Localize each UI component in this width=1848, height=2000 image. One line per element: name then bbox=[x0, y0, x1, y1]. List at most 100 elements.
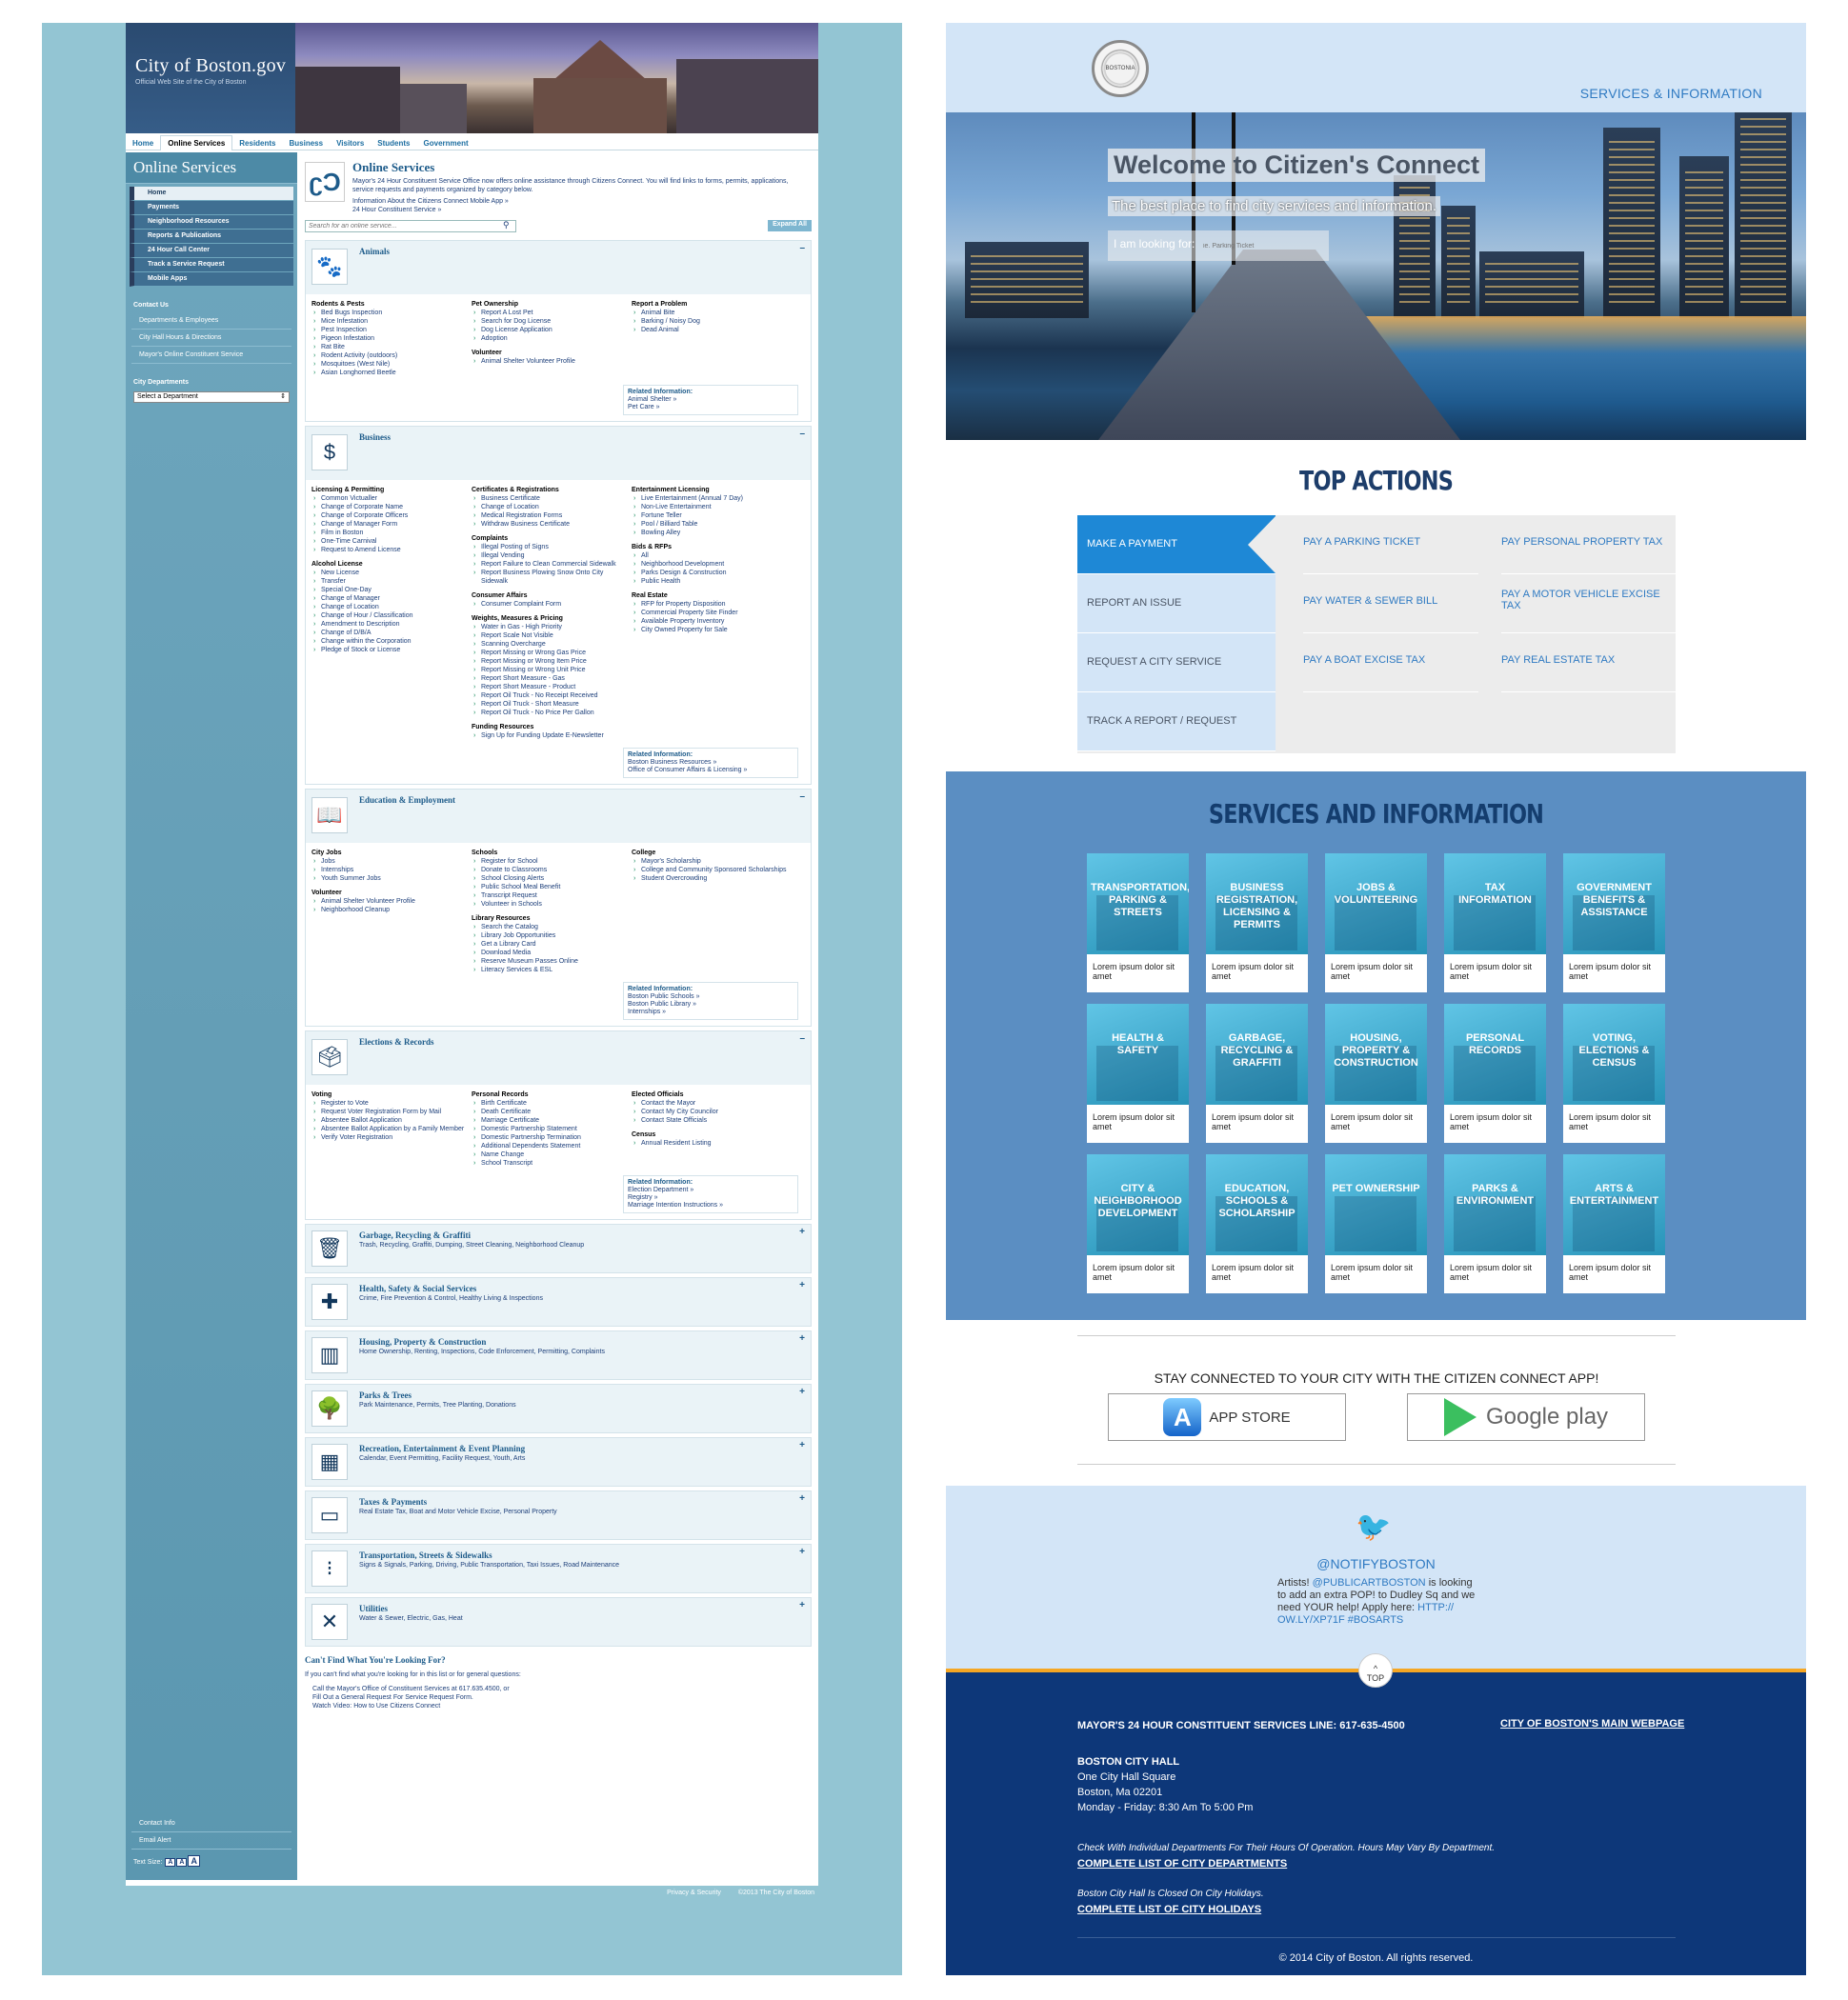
service-link[interactable]: Adoption bbox=[472, 334, 632, 343]
action-track-a-report-request[interactable]: TRACK A REPORT / REQUEST bbox=[1077, 692, 1276, 751]
hero-search-input[interactable] bbox=[1203, 238, 1321, 253]
service-link[interactable]: Public Health bbox=[632, 577, 792, 586]
holidays-list-link[interactable]: COMPLETE LIST OF CITY HOLIDAYS bbox=[1077, 1904, 1261, 1915]
google-play-button[interactable]: Google play bbox=[1407, 1393, 1645, 1441]
service-link[interactable]: Report Short Measure - Gas bbox=[472, 674, 632, 683]
expand-icon[interactable]: + bbox=[799, 1440, 805, 1450]
category-title[interactable]: Elections & Records bbox=[359, 1037, 434, 1047]
service-link[interactable]: Additional Dependents Statement bbox=[472, 1142, 632, 1150]
service-link[interactable]: Volunteer in Schools bbox=[472, 900, 632, 909]
collapse-icon[interactable]: – bbox=[799, 429, 805, 439]
main-webpage-link[interactable]: CITY OF BOSTON'S MAIN WEBPAGE bbox=[1500, 1718, 1684, 1730]
action-pay-a-boat-excise-tax[interactable]: PAY A BOAT EXCISE TAX bbox=[1303, 633, 1478, 692]
service-link[interactable]: Fortune Teller bbox=[632, 511, 792, 520]
service-link[interactable]: Common Victualler bbox=[311, 494, 472, 503]
service-link[interactable]: Report A Lost Pet bbox=[472, 309, 632, 317]
sidebar-item-mobile-apps[interactable]: Mobile Apps bbox=[130, 272, 293, 287]
nav-home[interactable]: Home bbox=[126, 136, 160, 151]
collapse-icon[interactable]: – bbox=[799, 1033, 805, 1044]
category-taxes-payments[interactable]: ▭ Taxes & Payments Real Estate Tax, Boat a… bbox=[305, 1490, 812, 1540]
service-link[interactable]: School Transcript bbox=[472, 1159, 632, 1168]
service-link[interactable]: Consumer Complaint Form bbox=[472, 600, 632, 609]
service-link[interactable]: Search the Catalog bbox=[472, 923, 632, 931]
sidebar-link-mayor-s-online-constituent-service[interactable]: Mayor's Online Constituent Service bbox=[131, 347, 291, 364]
sidebar-item-track-a-service-request[interactable]: Track a Service Request bbox=[130, 258, 293, 272]
service-link[interactable]: Mayor's Scholarship bbox=[632, 857, 792, 866]
service-tile-health-safety[interactable]: HEALTH & SAFETY Lorem ipsum dolor sit ame… bbox=[1087, 1004, 1189, 1143]
category-header[interactable]: $ Business – bbox=[306, 427, 811, 480]
service-link[interactable]: Parks Design & Construction bbox=[632, 569, 792, 577]
service-link[interactable]: Medical Registration Forms bbox=[472, 511, 632, 520]
service-link[interactable]: Illegal Vending bbox=[472, 551, 632, 560]
service-link[interactable]: Change within the Corporation bbox=[311, 637, 472, 646]
service-link[interactable]: Animal Bite bbox=[632, 309, 792, 317]
related-link[interactable]: Marriage Intention Instructions » bbox=[628, 1202, 723, 1209]
expand-icon[interactable]: + bbox=[799, 1600, 805, 1610]
service-link[interactable]: Donate to Classrooms bbox=[472, 866, 632, 874]
service-link[interactable]: Transfer bbox=[311, 577, 472, 586]
service-link[interactable]: One-Time Carnival bbox=[311, 537, 472, 546]
service-link[interactable]: Marriage Certificate bbox=[472, 1116, 632, 1125]
service-link[interactable]: Illegal Posting of Signs bbox=[472, 543, 632, 551]
service-link[interactable]: Register to Vote bbox=[311, 1099, 472, 1108]
service-link[interactable]: Contact the Mayor bbox=[632, 1099, 792, 1108]
tweet-mention[interactable]: @PUBLICARTBOSTON bbox=[1313, 1577, 1426, 1589]
service-link[interactable]: Animal Shelter Volunteer Profile bbox=[311, 897, 472, 906]
category-transportation-streets-sidewalks[interactable]: ⁝ Transportation, Streets & Sidewalks Sign… bbox=[305, 1544, 812, 1593]
service-link[interactable]: Change of D/B/A bbox=[311, 629, 472, 637]
related-link[interactable]: Boston Business Resources » bbox=[628, 759, 716, 766]
service-link[interactable]: Barking / Noisy Dog bbox=[632, 317, 792, 326]
service-tile-personal-records[interactable]: PERSONAL RECORDS Lorem ipsum dolor sit am… bbox=[1444, 1004, 1546, 1143]
nav-visitors[interactable]: Visitors bbox=[330, 136, 371, 151]
service-link[interactable]: Live Entertainment (Annual 7 Day) bbox=[632, 494, 792, 503]
service-link[interactable]: Download Media bbox=[472, 949, 632, 957]
service-link[interactable]: School Closing Alerts bbox=[472, 874, 632, 883]
related-link[interactable]: Election Department » bbox=[628, 1187, 693, 1193]
service-link[interactable]: Pigeon Infestation bbox=[311, 334, 472, 343]
category-recreation-entertainment-event-planning[interactable]: ▦ Recreation, Entertainment & Event Plann… bbox=[305, 1437, 812, 1487]
city-logo[interactable]: City of Boston.gov Official Web Site of … bbox=[126, 23, 295, 133]
back-to-top-button[interactable]: ^ TOP bbox=[1358, 1653, 1393, 1688]
city-seal-logo[interactable]: BOSTONIA bbox=[1092, 40, 1149, 97]
service-link[interactable]: Pest Inspection bbox=[311, 326, 472, 334]
service-tile-tax-information[interactable]: TAX INFORMATION Lorem ipsum dolor sit ame… bbox=[1444, 853, 1546, 992]
service-link[interactable]: Request to Amend License bbox=[311, 546, 472, 554]
action-pay-a-parking-ticket[interactable]: PAY A PARKING TICKET bbox=[1303, 515, 1478, 574]
collapse-icon[interactable]: – bbox=[799, 791, 805, 802]
constituent-service-link[interactable]: 24 Hour Constituent Service » bbox=[352, 207, 441, 213]
service-link[interactable]: Neighborhood Development bbox=[632, 560, 792, 569]
service-link[interactable]: Change of Corporate Name bbox=[311, 503, 472, 511]
service-link[interactable]: Neighborhood Cleanup bbox=[311, 906, 472, 914]
search-icon[interactable]: ⚲ bbox=[503, 220, 510, 230]
service-link[interactable]: Dead Animal bbox=[632, 326, 792, 334]
service-link[interactable]: Withdraw Business Certificate bbox=[472, 520, 632, 529]
service-link[interactable]: Bowling Alley bbox=[632, 529, 792, 537]
service-link[interactable]: Pledge of Stock or License bbox=[311, 646, 472, 654]
category-header[interactable]: 📖 Education & Employment – bbox=[306, 790, 811, 843]
service-link[interactable]: Name Change bbox=[472, 1150, 632, 1159]
category-health-safety-social-services[interactable]: ✚ Health, Safety & Social Services Crime, … bbox=[305, 1277, 812, 1327]
service-tile-transportation-parking-streets[interactable]: TRANSPORTATION, PARKING & STREETS Lorem i… bbox=[1087, 853, 1189, 992]
service-link[interactable]: Youth Summer Jobs bbox=[311, 874, 472, 883]
service-link[interactable]: Domestic Partnership Statement bbox=[472, 1125, 632, 1133]
service-link[interactable]: Mosquitoes (West Nile) bbox=[311, 360, 472, 369]
category-title[interactable]: Business bbox=[359, 432, 391, 442]
service-link[interactable]: Absentee Ballot Application bbox=[311, 1116, 472, 1125]
sidebar-link-city-hall-hours-directions[interactable]: City Hall Hours & Directions bbox=[131, 330, 291, 347]
expand-icon[interactable]: + bbox=[799, 1227, 805, 1237]
service-link[interactable]: Dog License Application bbox=[472, 326, 632, 334]
service-tile-voting-elections-census[interactable]: VOTING, ELECTIONS & CENSUS Lorem ipsum do… bbox=[1563, 1004, 1665, 1143]
collapse-icon[interactable]: – bbox=[799, 243, 805, 253]
category-housing-property-construction[interactable]: ▥ Housing, Property & Construction Home Ow… bbox=[305, 1330, 812, 1380]
service-link[interactable]: Change of Manager bbox=[311, 594, 472, 603]
action-make-a-payment[interactable]: MAKE A PAYMENT bbox=[1077, 515, 1276, 574]
action-pay-water-sewer-bill[interactable]: PAY WATER & SEWER BILL bbox=[1303, 574, 1478, 633]
cant-find-link[interactable]: Call the Mayor's Office of Constituent S… bbox=[305, 1685, 812, 1693]
service-link[interactable]: Mice Infestation bbox=[311, 317, 472, 326]
text-size-medium[interactable]: A bbox=[176, 1858, 188, 1867]
department-select[interactable]: Select a Department bbox=[133, 391, 290, 403]
service-link[interactable]: Scanning Overcharge bbox=[472, 640, 632, 649]
text-size-small[interactable]: A bbox=[165, 1858, 176, 1867]
sidebar-link-email-alert[interactable]: Email Alert bbox=[131, 1832, 291, 1850]
service-link[interactable]: Commercial Property Site Finder bbox=[632, 609, 792, 617]
